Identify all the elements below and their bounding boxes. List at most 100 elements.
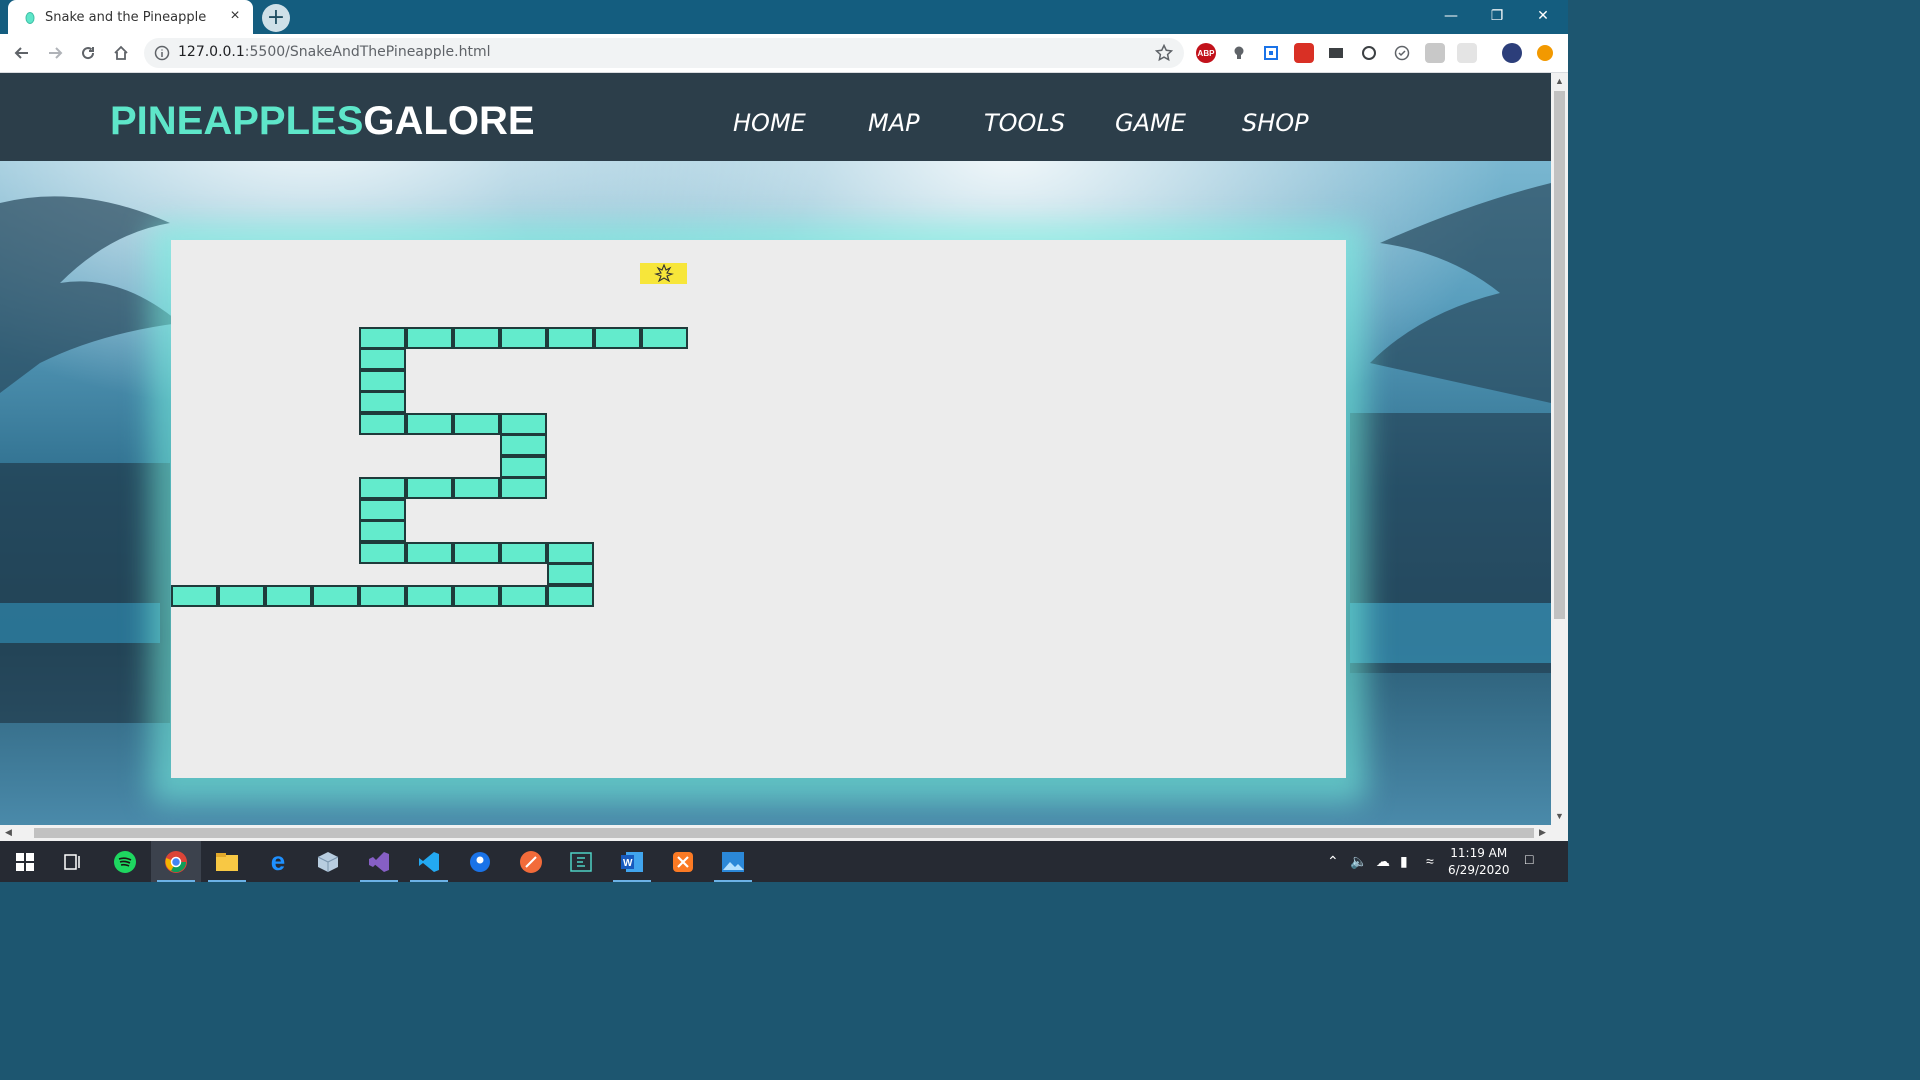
clock-ext-icon[interactable] — [1359, 43, 1379, 63]
snake-segment — [359, 348, 406, 370]
site-header: PINEAPPLESGALORE HOME MAP TOOLS GAME SHO… — [0, 73, 1551, 161]
volume-icon[interactable]: 🔈 — [1350, 853, 1367, 870]
window-ext-icon[interactable] — [1326, 43, 1346, 63]
notifications-icon[interactable]: □ — [1525, 851, 1533, 867]
snake-segment — [453, 326, 500, 349]
snake-segment — [453, 477, 500, 499]
minimize-icon[interactable]: — — [1428, 0, 1474, 32]
snake-segment — [406, 326, 453, 349]
update-icon[interactable] — [1537, 45, 1553, 61]
tray-chevron-icon[interactable]: ⌃ — [1327, 853, 1339, 870]
grey-ext-icon-2[interactable] — [1457, 43, 1477, 63]
scroll-up-icon[interactable]: ▲ — [1555, 76, 1564, 86]
reload-icon[interactable] — [76, 41, 100, 65]
clock-date: 6/29/2020 — [1448, 863, 1510, 877]
site-logo[interactable]: PINEAPPLESGALORE — [110, 99, 535, 144]
clock-time: 11:19 AM — [1450, 846, 1508, 860]
snake-segment — [547, 584, 594, 607]
snake-segment — [500, 455, 547, 478]
horizontal-scroll-thumb[interactable] — [34, 828, 1534, 838]
home-icon[interactable] — [109, 41, 133, 65]
pineapple-favicon-icon — [22, 9, 38, 25]
forward-icon[interactable] — [43, 41, 67, 65]
bookmark-ext-icon[interactable] — [1294, 43, 1314, 63]
windows-taskbar: e W ⌃ 🔈 ☁ ▮ ≈ 11:19 AM 6/29/2020 □ — [0, 841, 1568, 882]
game-board[interactable] — [171, 240, 1346, 778]
wifi-icon[interactable]: ≈ — [1426, 853, 1434, 869]
scroll-right-icon[interactable]: ▶ — [1539, 827, 1546, 838]
grey-ext-icon[interactable] — [1425, 43, 1445, 63]
snake-segment — [500, 326, 547, 349]
new-tab-button[interactable]: + — [262, 4, 290, 32]
restore-icon[interactable]: ❐ — [1474, 0, 1520, 32]
snake-segment — [171, 584, 218, 607]
edge-icon[interactable]: e — [253, 841, 303, 882]
snake-segment — [406, 412, 453, 435]
scroll-left-icon[interactable]: ◀ — [5, 827, 12, 838]
word-icon[interactable]: W — [607, 841, 657, 882]
snake-segment — [406, 584, 453, 607]
snake-segment — [359, 498, 406, 521]
terminal-icon[interactable] — [556, 841, 606, 882]
adblock-icon[interactable]: ABP — [1196, 43, 1216, 63]
xampp-icon[interactable] — [658, 841, 708, 882]
snake-segment — [359, 541, 406, 564]
snake-segment — [312, 584, 359, 607]
onedrive-icon[interactable]: ☁ — [1376, 853, 1390, 870]
vertical-scrollbar[interactable]: ▲ ▼ — [1551, 73, 1568, 825]
web-page: PINEAPPLESGALORE HOME MAP TOOLS GAME SHO… — [0, 73, 1551, 825]
back-icon[interactable] — [10, 41, 34, 65]
profile-avatar[interactable] — [1502, 43, 1522, 63]
snake-segment — [359, 412, 406, 435]
vertical-scroll-thumb[interactable] — [1554, 91, 1565, 619]
browser-toolbar: 127.0.0.1:5500/SnakeAndThePineapple.html… — [0, 34, 1568, 73]
maps-icon[interactable] — [455, 841, 505, 882]
box-icon[interactable] — [303, 841, 353, 882]
visual-studio-icon[interactable] — [354, 841, 404, 882]
nav-game[interactable]: GAME — [1115, 109, 1186, 137]
lightbulb-icon[interactable] — [1229, 43, 1249, 63]
system-clock[interactable]: 11:19 AM 6/29/2020 — [1448, 845, 1510, 879]
snake-segment — [500, 412, 547, 435]
file-explorer-icon[interactable] — [202, 841, 252, 882]
browser-titlebar: Snake and the Pineapple × + — ❐ ✕ — [0, 0, 1568, 34]
nav-home[interactable]: HOME — [733, 109, 806, 137]
sketch-icon[interactable] — [506, 841, 556, 882]
address-bar[interactable]: 127.0.0.1:5500/SnakeAndThePineapple.html — [144, 38, 1184, 68]
info-icon[interactable] — [154, 45, 170, 66]
browser-tab[interactable]: Snake and the Pineapple × — [8, 0, 253, 34]
windows-start-icon[interactable] — [0, 841, 50, 882]
snake-segment — [359, 391, 406, 413]
star-icon[interactable] — [1154, 43, 1174, 67]
close-tab-icon[interactable]: × — [227, 8, 243, 24]
close-window-icon[interactable]: ✕ — [1520, 0, 1566, 32]
snake-segment — [500, 584, 547, 607]
snake-segment — [406, 477, 453, 499]
photos-icon[interactable] — [708, 841, 758, 882]
snake-segment — [359, 477, 406, 499]
pineapple-food — [640, 262, 687, 284]
snake-head — [641, 326, 688, 349]
vscode-icon[interactable] — [404, 841, 454, 882]
screenshot-icon[interactable] — [1261, 43, 1281, 63]
snake-segment — [265, 584, 312, 607]
nav-map[interactable]: MAP — [868, 109, 920, 137]
snake-segment — [547, 541, 594, 564]
pineapple-icon — [653, 264, 674, 282]
chrome-icon[interactable] — [151, 841, 201, 882]
check-ext-icon[interactable] — [1392, 43, 1412, 63]
snake-segment — [359, 369, 406, 392]
horizontal-scrollbar[interactable]: ◀ ▶ — [0, 825, 1568, 841]
task-view-icon[interactable] — [48, 841, 98, 882]
snake-segment — [453, 584, 500, 607]
url-text: 127.0.0.1:5500/SnakeAndThePineapple.html — [178, 44, 491, 60]
tab-title: Snake and the Pineapple — [45, 9, 207, 25]
battery-icon[interactable]: ▮ — [1400, 853, 1408, 870]
nav-shop[interactable]: SHOP — [1242, 109, 1309, 137]
snake-segment — [359, 326, 406, 349]
scroll-down-icon[interactable]: ▼ — [1555, 811, 1564, 821]
spotify-icon[interactable] — [100, 841, 150, 882]
nav-tools[interactable]: TOOLS — [984, 109, 1065, 137]
snake-segment — [500, 434, 547, 456]
snake-segment — [453, 541, 500, 564]
